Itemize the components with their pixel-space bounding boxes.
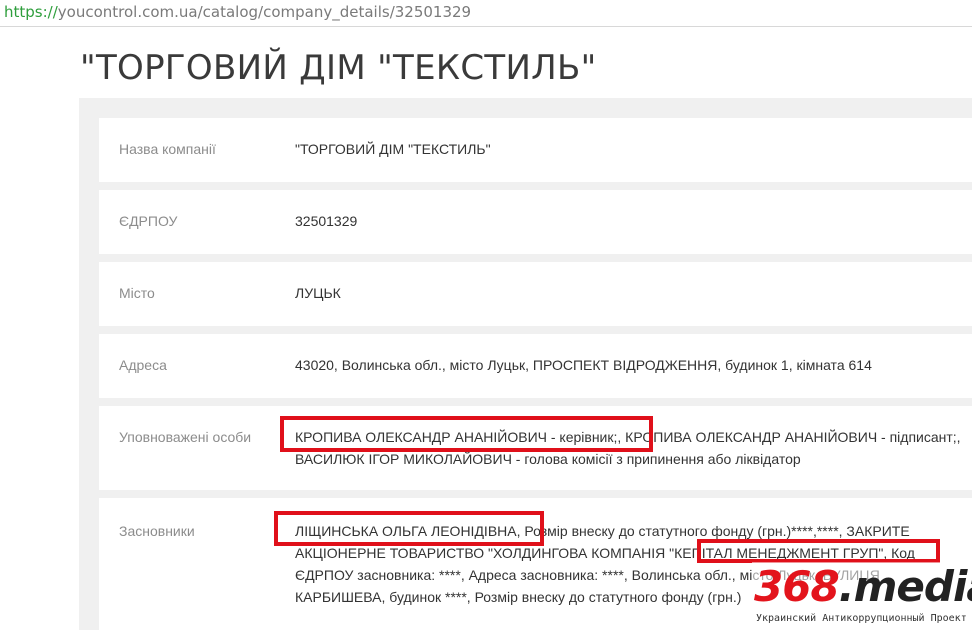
watermark-logo: 368.media [754,562,972,612]
watermark-tagline: Украинский Антикоррупционный Проект [756,613,967,624]
url-path: youcontrol.com.ua/catalog/company_detail… [57,3,472,21]
label-edrpou: ЄДРПОУ [119,213,178,229]
watermark-number: 368 [754,562,840,611]
label-address: Адреса [119,357,167,373]
row-city: Місто ЛУЦЬК [99,262,972,326]
label-authorized-persons: Уповноважені особи [119,429,252,445]
url-text[interactable]: https://youcontrol.com.ua/catalog/compan… [4,2,471,22]
highlight-box-director [280,416,653,452]
label-company-name: Назва компанії [119,141,216,157]
value-city: ЛУЦЬК [295,285,341,301]
watermark-name: .media [838,562,972,611]
page-title: "ТОРГОВИЙ ДІМ "ТЕКСТИЛЬ" [80,48,597,88]
label-city: Місто [119,285,155,301]
row-company-name: Назва компанії "ТОРГОВИЙ ДІМ "ТЕКСТИЛЬ" [99,118,972,182]
value-address: 43020, Волинська обл., місто Луцьк, ПРОС… [295,357,872,373]
value-company-name: "ТОРГОВИЙ ДІМ "ТЕКСТИЛЬ" [295,141,491,157]
label-founders: Засновники [119,523,195,539]
highlight-box-capital-management [697,539,940,563]
address-bar[interactable]: https://youcontrol.com.ua/catalog/compan… [0,0,972,27]
row-edrpou: ЄДРПОУ 32501329 [99,190,972,254]
value-edrpou: 32501329 [295,213,358,229]
highlight-box-founder [274,511,544,546]
row-address: Адреса 43020, Волинська обл., місто Луць… [99,334,972,398]
watermark-368-media: 368.media Украинский Антикоррупционный П… [752,562,972,630]
url-scheme: https:// [4,3,58,21]
